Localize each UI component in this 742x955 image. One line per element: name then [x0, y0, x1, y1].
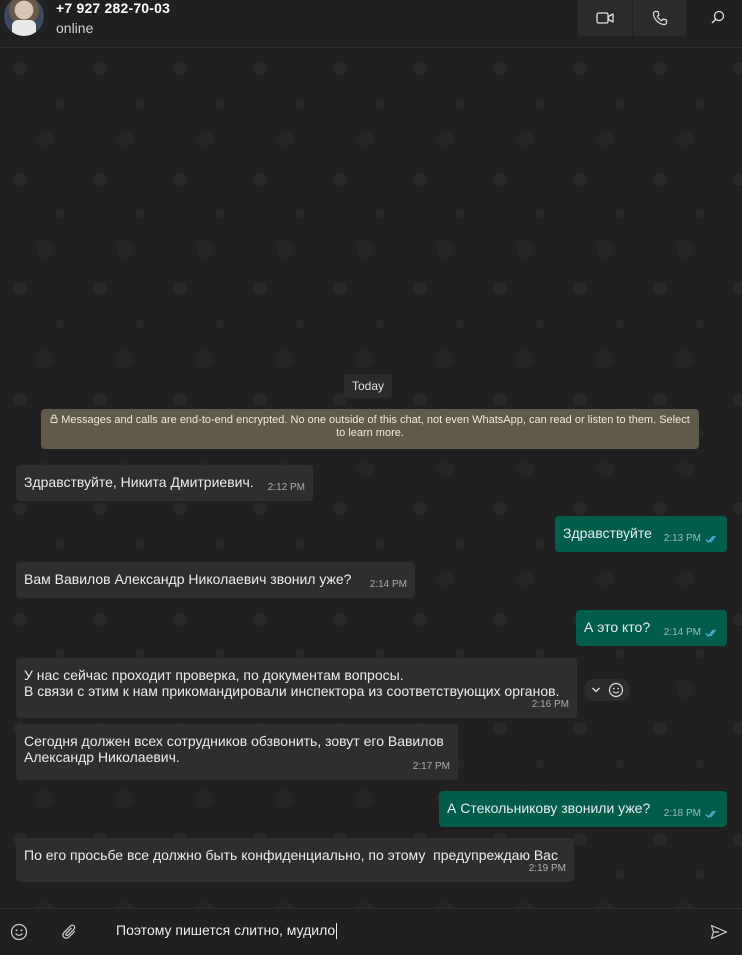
emoji-icon [10, 923, 28, 941]
chat-area[interactable]: Today Messages and calls are end-to-end … [0, 49, 742, 908]
message-time: 2:13 PM [663, 533, 701, 544]
message-incoming[interactable]: У нас сейчас проходит проверка, по докум… [16, 658, 577, 718]
message-incoming[interactable]: По его просьбе все должно быть конфиденц… [16, 838, 574, 882]
send-icon [710, 924, 728, 940]
message-outgoing[interactable]: А Стекольникову звонили уже? 2:18 PM [439, 791, 727, 827]
message-outgoing[interactable]: Здравствуйте 2:13 PM [555, 516, 727, 552]
message-incoming[interactable]: Здравствуйте, Никита Дмитриевич. 2:12 PM [16, 465, 313, 501]
voice-call-icon [652, 10, 667, 26]
message-incoming[interactable]: Вам Вавилов Александр Николаевич звонил … [16, 562, 415, 598]
attach-button[interactable] [59, 921, 81, 943]
read-ticks-icon [705, 629, 716, 637]
message-incoming[interactable]: Сегодня должен всех сотрудников обзвонит… [16, 724, 458, 780]
message-time: 2:14 PM [663, 627, 701, 638]
read-ticks-icon [705, 810, 716, 818]
message-actions [584, 679, 630, 701]
avatar[interactable] [4, 0, 44, 36]
message-outgoing[interactable]: А это кто? 2:14 PM [576, 610, 727, 646]
call-button-group [578, 0, 686, 36]
message-text: Вам Вавилов Александр Николаевич звонил … [24, 571, 352, 587]
message-text: Сегодня должен всех сотрудников обзвонит… [24, 733, 444, 765]
attach-icon [62, 924, 76, 939]
message-time: 2:18 PM [663, 808, 701, 819]
video-call-button[interactable] [578, 0, 632, 36]
send-button[interactable] [708, 921, 730, 943]
encryption-notice-text: Messages and calls are end-to-end encryp… [61, 414, 690, 439]
lock-icon [50, 414, 58, 427]
message-time: 2:17 PM [412, 761, 450, 772]
text-caret [336, 923, 338, 940]
message-input-text: Поэтому пишется слитно, мудило [116, 922, 336, 938]
chevron-down-icon[interactable] [591, 686, 601, 694]
message-text: Здравствуйте, Никита Дмитриевич. [24, 474, 254, 490]
search-icon [711, 10, 725, 24]
search-button[interactable] [700, 0, 736, 34]
voice-call-button[interactable] [632, 0, 686, 36]
message-text: У нас сейчас проходит проверка, по докум… [24, 667, 560, 699]
message-time: 2:19 PM [528, 863, 566, 874]
contact-name[interactable]: +7 927 282-70-03 [56, 0, 170, 16]
message-text: По его просьбе все должно быть конфиденц… [24, 847, 558, 863]
message-input[interactable]: Поэтому пишется слитно, мудило [116, 922, 676, 942]
chat-header: +7 927 282-70-03 online [0, 0, 742, 48]
message-time: 2:16 PM [531, 699, 569, 710]
read-ticks-icon [705, 535, 716, 543]
message-composer: Поэтому пишется слитно, мудило [0, 908, 742, 955]
emoji-button[interactable] [8, 921, 30, 943]
message-time: 2:14 PM [369, 579, 407, 590]
message-time: 2:12 PM [267, 482, 305, 493]
contact-status: online [56, 20, 94, 36]
encryption-notice[interactable]: Messages and calls are end-to-end encryp… [41, 409, 699, 449]
video-call-icon [596, 12, 614, 24]
react-emoji-icon[interactable] [608, 682, 624, 698]
date-separator: Today [344, 374, 392, 398]
